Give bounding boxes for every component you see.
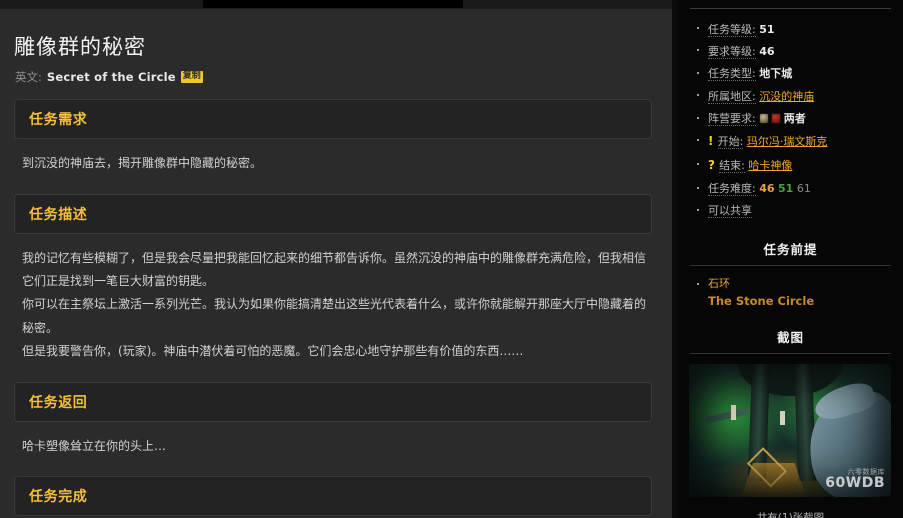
alliance-faction-icon: [758, 113, 769, 125]
prereq-name-cn[interactable]: 石环: [708, 276, 893, 293]
section-text-line: 你可以在主祭坛上激活一系列光芒。我认为如果你能搞清楚出这些光代表着什么，或许你就…: [22, 297, 647, 335]
watermark: 六零数据库 60WDB: [825, 468, 885, 492]
fact-label-quest-level: 任务等级:: [708, 22, 756, 37]
section-heading-objective: 任务需求: [14, 99, 652, 140]
fact-label-difficulty: 任务难度:: [708, 182, 756, 197]
fact-value-zone[interactable]: 沉没的神庙: [759, 90, 814, 103]
fact-label-quest-type: 任务类型:: [708, 67, 756, 82]
difficulty-green-level: 51: [778, 182, 794, 196]
watermark-en: 60WDB: [825, 475, 885, 492]
fact-label-start: 开始:: [717, 135, 744, 150]
difficulty-gray-level: 61: [796, 182, 811, 196]
section-heading-description: 任务描述: [14, 193, 652, 234]
fact-value-quest-level: 51: [759, 22, 775, 36]
fact-label-required-level: 要求等级:: [708, 44, 756, 59]
fact-shareable: 可以共享: [696, 200, 893, 222]
quest-facts-list: 任务等级: 51 要求等级: 46 任务类型: 地下城 所属地区: 沉没的神庙 阵营要求…: [696, 18, 893, 222]
quest-page: 雕像群的秘密 英文: Secret of the Circle 复制 任务需求到…: [0, 0, 903, 518]
fact-required-level: 要求等级: 46: [696, 40, 893, 62]
quest-end-marker-icon: ?: [708, 158, 720, 173]
section-text-line: 哈卡塑像耸立在你的头上…: [22, 438, 167, 453]
screenshot-caption: 共有(1)张截图: [689, 510, 892, 518]
fact-faction: 阵营要求: 两者: [696, 108, 893, 130]
fact-label-zone: 所属地区:: [708, 89, 756, 104]
copy-button[interactable]: 复制: [180, 71, 203, 84]
top-strip: [0, 0, 672, 9]
fact-value-end[interactable]: 哈卡神像: [748, 159, 792, 172]
fact-value-required-level: 46: [759, 44, 775, 58]
section-text-line: 我的记忆有些模糊了，但是我会尽量把我能回忆起来的细节都告诉你。虽然沉没的神庙中的…: [22, 250, 647, 288]
top-strip-tab: [203, 0, 463, 8]
screenshots-title: 截图: [776, 330, 804, 346]
fact-label-end: 结束:: [719, 159, 745, 174]
main-content-panel: 雕像群的秘密 英文: Secret of the Circle 复制 任务需求到…: [0, 9, 672, 518]
prereq-name-en[interactable]: The Stone Circle: [708, 293, 893, 310]
english-title-row: 英文: Secret of the Circle 复制: [15, 69, 652, 85]
fact-value-faction: 两者: [783, 112, 806, 126]
screenshots-rule: [690, 353, 891, 355]
section-heading-progress: 任务返回: [14, 381, 652, 422]
fact-difficulty: 任务难度: 46 51 61: [696, 178, 893, 200]
section-heading-completion: 任务完成: [14, 475, 652, 516]
fact-zone: 所属地区: 沉没的神庙: [696, 85, 893, 107]
fact-quest-type: 任务类型: 地下城: [696, 63, 893, 85]
english-label: 英文:: [15, 70, 42, 85]
section-body-objective: 到沉没的神庙去，揭开雕像群中隐藏的秘密。: [14, 139, 652, 179]
horde-faction-icon: [770, 113, 781, 125]
quest-info-sidebar: 任务等级: 51 要求等级: 46 任务类型: 地下城 所属地区: 沉没的神庙 阵营要求…: [678, 0, 903, 518]
prereq-item[interactable]: 石环 The Stone Circle: [696, 276, 893, 310]
fact-label-faction: 阵营要求:: [708, 112, 756, 127]
quest-start-marker-icon: !: [708, 134, 718, 149]
section-text-line: 到沉没的神庙去，揭开雕像群中隐藏的秘密。: [22, 156, 263, 171]
prereq-rule: [690, 265, 891, 267]
faction-icons: [758, 113, 781, 125]
quest-sections: 任务需求到沉没的神庙去，揭开雕像群中隐藏的秘密。任务描述我的记忆有些模糊了，但是…: [14, 99, 652, 518]
fact-start: ! 开始: 玛尔冯·瑞文斯克: [696, 130, 893, 154]
prereq-list: 石环 The Stone Circle: [696, 276, 893, 310]
section-text-line: 但是我要警告你，(玩家)。神庙中潜伏着可怕的恶魔。它们会忠心地守护那些有价值的东…: [22, 344, 524, 359]
fact-quest-level: 任务等级: 51: [696, 18, 893, 40]
screenshot-gallery: 六零数据库 60WDB 共有(1)张截图: [689, 364, 892, 518]
difficulty-orange-level: 46: [759, 182, 775, 196]
fact-value-start[interactable]: 玛尔冯·瑞文斯克: [747, 135, 828, 148]
page-title: 雕像群的秘密: [14, 35, 146, 59]
prereq-title: 任务前提: [763, 242, 818, 258]
fact-label-shareable: 可以共享: [708, 204, 752, 219]
section-body-description: 我的记忆有些模糊了，但是我会尽量把我能回忆起来的细节都告诉你。虽然沉没的神庙中的…: [14, 234, 652, 368]
screenshot-thumbnail[interactable]: 六零数据库 60WDB: [689, 364, 891, 498]
fact-end: ? 结束: 哈卡神像: [696, 154, 893, 178]
fact-value-quest-type: 地下城: [759, 67, 793, 81]
sidebar-top-divider: [690, 8, 891, 9]
english-title: Secret of the Circle: [46, 70, 176, 85]
section-body-progress: 哈卡塑像耸立在你的头上…: [14, 422, 652, 462]
